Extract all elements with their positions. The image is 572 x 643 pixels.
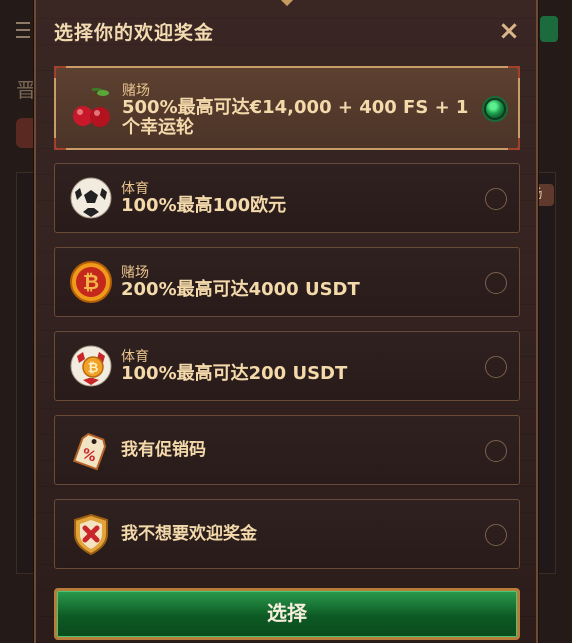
modal-title: 选择你的欢迎奖金 [54, 22, 215, 44]
bonus-option-casino-500[interactable]: 赌场 500%最高可达€14,000 + 400 FS + 1个幸运轮 [54, 66, 520, 150]
top-ornament [279, 0, 295, 7]
radio-unselected[interactable] [485, 188, 507, 210]
option-title: 我不想要欢迎奖金 [121, 524, 257, 544]
bitcoin-coin-icon: ₿ [70, 261, 112, 303]
corner-ornament [54, 66, 66, 78]
svg-text:₿: ₿ [88, 361, 99, 376]
option-title: 100%最高可达200 USDT [121, 363, 348, 384]
corner-ornament [508, 66, 520, 78]
cherry-icon [73, 87, 110, 127]
select-button[interactable]: 选择 [54, 588, 520, 640]
option-title: 100%最高100欧元 [121, 195, 287, 216]
option-title: 我有促销码 [121, 440, 206, 460]
bitcoin-ball-icon: ₿ [70, 345, 112, 387]
option-title: 200%最高可达4000 USDT [121, 279, 360, 300]
radio-selected[interactable] [484, 98, 506, 120]
soccer-ball-icon [70, 177, 112, 219]
radio-unselected[interactable] [485, 524, 507, 546]
bonus-option-no-bonus[interactable]: 我不想要欢迎奖金 [54, 499, 520, 569]
menu-icon [16, 22, 30, 38]
welcome-bonus-modal: 选择你的欢迎奖金 × 赌场 500%最高可达€14,000 + 400 FS +… [34, 0, 538, 643]
promo-tag-icon: % [72, 432, 107, 471]
bonus-option-sports-100[interactable]: 体育 100%最高100欧元 [54, 163, 520, 233]
close-icon[interactable]: × [498, 18, 520, 44]
bonus-option-promo-code[interactable]: % 我有促销码 [54, 415, 520, 485]
radio-unselected[interactable] [485, 272, 507, 294]
background-text: 晋 [16, 78, 36, 102]
option-title: 500%最高可达€14,000 + 400 FS + 1个幸运轮 [122, 97, 469, 138]
no-bonus-shield-icon [74, 513, 108, 556]
bonus-option-sports-200[interactable]: ₿ 体育 100%最高可达200 USDT [54, 331, 520, 401]
svg-text:₿: ₿ [83, 270, 99, 294]
corner-ornament [54, 138, 66, 150]
radio-unselected[interactable] [485, 440, 507, 462]
radio-unselected[interactable] [485, 356, 507, 378]
background-green-button [540, 16, 558, 42]
corner-ornament [508, 138, 520, 150]
bonus-option-casino-200[interactable]: ₿ 赌场 200%最高可达4000 USDT [54, 247, 520, 317]
